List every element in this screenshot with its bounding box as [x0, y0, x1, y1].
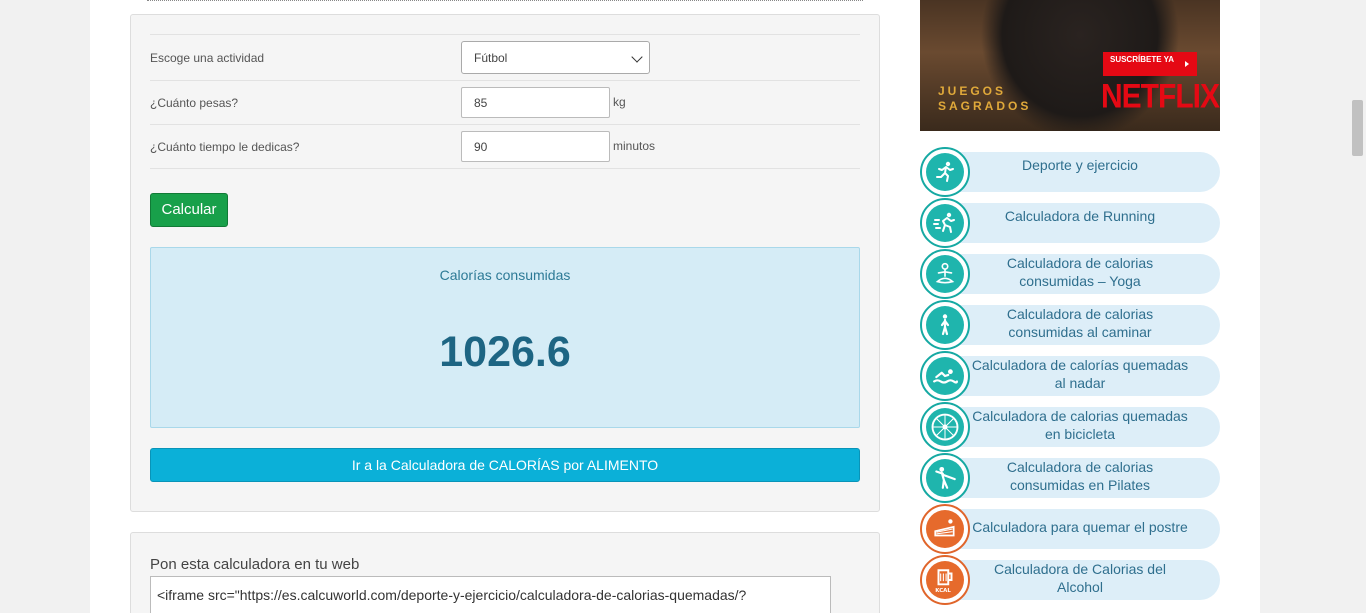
- sidebar-icon-circle: [920, 147, 970, 197]
- result-title: Calorías consumidas: [439, 267, 571, 283]
- sidebar-item-label: Calculadora de calorías quemadas al nada…: [971, 357, 1189, 391]
- activity-select-value: Fútbol: [474, 51, 508, 65]
- ad-show-title-line2: SAGRADOS: [938, 99, 1032, 113]
- sidebar-item-running[interactable]: Calculadora de Running: [920, 198, 1220, 248]
- sidebar-item-pilates[interactable]: Calculadora de calorias consumidas en Pi…: [920, 453, 1220, 503]
- calculate-button[interactable]: Calcular: [150, 193, 228, 227]
- food-calculator-button[interactable]: Ir a la Calculadora de CALORÍAS por ALIM…: [150, 448, 860, 482]
- netflix-ad[interactable]: SUSCRÍBETE YA JUEGOS SAGRADOS NETFLIX: [920, 0, 1220, 131]
- sidebar-item-label: Calculadora de Running: [1004, 208, 1156, 224]
- sidebar-icon-circle: [920, 300, 970, 350]
- time-label: ¿Cuánto tiempo le dedicas?: [150, 140, 300, 154]
- sidebar-item-bicycle[interactable]: Calculadora de calorias quemadas en bici…: [920, 402, 1220, 452]
- sidebar-item-label: Calculadora de calorias consumidas – Yog…: [1006, 255, 1154, 289]
- weight-unit: kg: [613, 95, 626, 109]
- activity-select[interactable]: Fútbol: [461, 41, 650, 74]
- page-scrollbar[interactable]: [1349, 0, 1366, 613]
- weight-input[interactable]: 85: [461, 87, 610, 118]
- sidebar-item-label: Calculadora de calorias quemadas en bici…: [972, 408, 1188, 442]
- result-panel: Calorías consumidas 1026.6: [150, 247, 860, 428]
- running-fast-icon: [933, 212, 955, 233]
- sidebar-icon-circle: [920, 504, 970, 554]
- embed-code-textarea[interactable]: <iframe src="https://es.calcuworld.com/d…: [150, 576, 831, 613]
- sidebar-item-label: Calculadora de calorias consumidas al ca…: [1006, 306, 1154, 340]
- time-input[interactable]: 90: [461, 131, 610, 162]
- weight-label: ¿Cuánto pesas?: [150, 96, 239, 110]
- sidebar-item-dessert[interactable]: Calculadora para quemar el postre: [920, 504, 1220, 554]
- sidebar-item-alcohol[interactable]: KCAL Calculadora de Calorias del Alcohol: [920, 555, 1220, 605]
- result-value: 1026.6: [439, 328, 571, 376]
- cake-icon: [934, 519, 955, 537]
- sidebar-item-walking[interactable]: Calculadora de calorias consumidas al ca…: [920, 300, 1220, 350]
- ad-show-title-line1: JUEGOS: [938, 84, 1007, 98]
- play-arrow-icon: [1185, 61, 1189, 67]
- scrollbar-thumb[interactable]: [1352, 100, 1363, 156]
- sidebar-item-label: Calculadora de Calorias del Alcohol: [994, 561, 1166, 595]
- sidebar-icon-circle: [920, 249, 970, 299]
- walking-icon: [940, 314, 950, 336]
- time-unit: minutos: [613, 139, 656, 153]
- sidebar-item-label: Deporte y ejercicio: [1022, 157, 1138, 173]
- sidebar-item-label: Calculadora de calorias consumidas en Pi…: [1006, 459, 1154, 493]
- netflix-logo: NETFLIX: [1101, 77, 1220, 116]
- svg-text:KCAL: KCAL: [935, 588, 951, 593]
- sidebar-item-deporte[interactable]: Deporte y ejercicio: [920, 147, 1220, 197]
- runner-icon: [936, 161, 954, 182]
- activity-label: Escoge una actividad: [150, 51, 265, 65]
- sidebar-icon-circle: [920, 351, 970, 401]
- ad-subscribe-button[interactable]: SUSCRÍBETE YA: [1103, 52, 1197, 76]
- sidebar-item-yoga[interactable]: Calculadora de calorias consumidas – Yog…: [920, 249, 1220, 299]
- ad-subscribe-label: SUSCRÍBETE YA: [1109, 55, 1175, 64]
- sidebar-icon-circle: [920, 453, 970, 503]
- embed-title: Pon esta calculadora en tu web: [150, 556, 360, 573]
- sidebar-icon-circle: [920, 198, 970, 248]
- sidebar-icon-circle: [920, 402, 970, 452]
- ad-show-title: JUEGOS SAGRADOS: [938, 84, 1031, 114]
- chevron-down-icon: [631, 51, 643, 63]
- pilates-icon: [935, 466, 956, 489]
- swimming-icon: [933, 369, 958, 384]
- yoga-icon: [935, 262, 955, 284]
- divider: [147, 0, 863, 2]
- sidebar-item-label: Calculadora para quemar el postre: [972, 519, 1188, 535]
- sidebar-icon-circle: KCAL: [920, 555, 970, 605]
- sidebar-item-swimming[interactable]: Calculadora de calorías quemadas al nada…: [920, 351, 1220, 401]
- bicycle-wheel-icon: [931, 413, 959, 441]
- beer-kcal-icon: KCAL: [935, 569, 953, 593]
